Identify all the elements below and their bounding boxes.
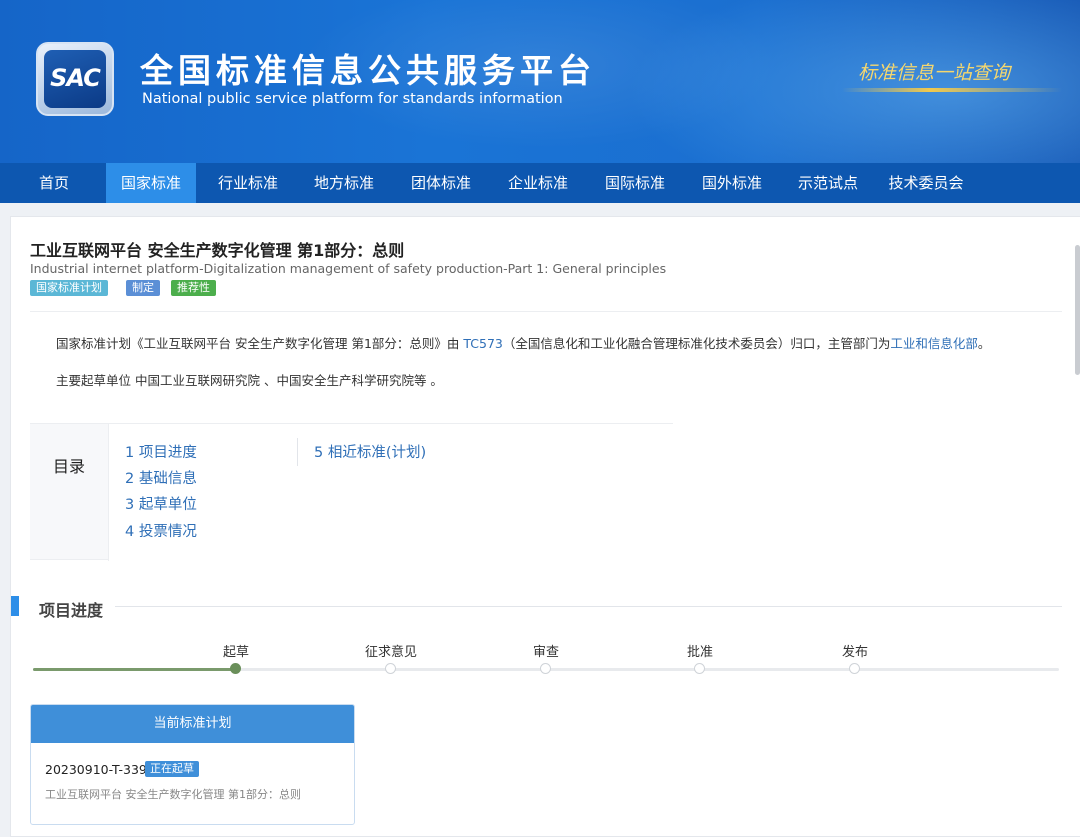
current-plan-header: 当前标准计划 (31, 705, 354, 743)
divider (30, 311, 1062, 312)
section-marker (11, 596, 19, 616)
logo-text: SAC (50, 64, 101, 92)
table-of-contents: 目录 1 项目进度 2 基础信息 3 起草单位 4 投票情况 5 相近标准(计划… (30, 423, 673, 561)
toc-body: 1 项目进度 2 基础信息 3 起草单位 4 投票情况 5 相近标准(计划) (109, 424, 673, 561)
description-line-2: 主要起草单位 中国工业互联网研究院 、中国安全生产科学研究院等 。 (56, 373, 443, 388)
nav-item-group-standards[interactable]: 团体标准 (397, 163, 485, 203)
plan-code[interactable]: 20230910-T-339 (45, 762, 147, 777)
toc-separator (297, 438, 298, 466)
progress-track-done (33, 668, 236, 671)
status-badge: 正在起草 (145, 761, 199, 777)
step-label-draft: 起草 (222, 645, 249, 660)
tag-recommended: 推荐性 (171, 280, 216, 296)
step-dot-approve (694, 663, 705, 674)
toc-item-related-standards[interactable]: 5 相近标准(计划) (314, 441, 426, 462)
step-dot-comments (385, 663, 396, 674)
step-dot-review (540, 663, 551, 674)
standard-title: 工业互联网平台 安全生产数字化管理 第1部分：总则 (30, 241, 405, 260)
step-dot-draft (230, 663, 241, 674)
plan-name: 工业互联网平台 安全生产数字化管理 第1部分：总则 (45, 788, 301, 801)
tc573-link[interactable]: TC573 (463, 336, 503, 351)
nav-item-international-standards[interactable]: 国际标准 (591, 163, 679, 203)
standard-detail-card: 工业互联网平台 安全生产数字化管理 第1部分：总则 Industrial int… (10, 216, 1080, 837)
site-subtitle: National public service platform for sta… (142, 91, 563, 107)
main-nav: 首页 国家标准 行业标准 地方标准 团体标准 企业标准 国际标准 国外标准 示范… (0, 163, 1080, 203)
nav-item-technical-committee[interactable]: 技术委员会 (876, 163, 976, 203)
slogan-underline (842, 88, 1062, 92)
section-divider (115, 606, 1062, 607)
current-plan-box: 当前标准计划 20230910-T-339 正在起草 工业互联网平台 安全生产数… (30, 704, 355, 825)
step-dot-publish (849, 663, 860, 674)
step-label-review: 审查 (532, 645, 559, 660)
step-label-publish: 发布 (841, 645, 868, 660)
toc-item-progress[interactable]: 1 项目进度 (125, 441, 197, 462)
toc-item-voting[interactable]: 4 投票情况 (125, 520, 197, 541)
tag-national-plan: 国家标准计划 (30, 280, 108, 296)
step-label-comments: 征求意见 (364, 645, 417, 660)
step-label-approve: 批准 (686, 645, 713, 660)
nav-item-industry-standards[interactable]: 行业标准 (204, 163, 292, 203)
site-header: SAC 全国标准信息公共服务平台 National public service… (0, 0, 1080, 163)
site-title: 全国标准信息公共服务平台 (140, 51, 596, 90)
scrollbar[interactable] (1075, 245, 1080, 375)
ministry-link[interactable]: 工业和信息化部 (890, 336, 978, 351)
tag-formulate: 制定 (126, 280, 160, 296)
toc-item-drafting-units[interactable]: 3 起草单位 (125, 493, 197, 514)
description-line-1: 国家标准计划《工业互联网平台 安全生产数字化管理 第1部分：总则》由 TC573… (56, 336, 991, 351)
sac-logo[interactable]: SAC (36, 42, 114, 116)
nav-item-national-standards[interactable]: 国家标准 (106, 163, 196, 203)
nav-item-foreign-standards[interactable]: 国外标准 (688, 163, 776, 203)
standard-title-english: Industrial internet platform-Digitalizat… (30, 261, 667, 276)
nav-item-local-standards[interactable]: 地方标准 (300, 163, 388, 203)
slogan: 标准信息一站查询 (858, 62, 1011, 84)
toc-item-basic-info[interactable]: 2 基础信息 (125, 467, 197, 488)
section-title-progress: 项目进度 (39, 601, 104, 620)
nav-item-home[interactable]: 首页 (20, 163, 88, 203)
nav-item-enterprise-standards[interactable]: 企业标准 (494, 163, 582, 203)
toc-label: 目录 (30, 424, 109, 561)
nav-item-pilot-demonstration[interactable]: 示范试点 (784, 163, 872, 203)
